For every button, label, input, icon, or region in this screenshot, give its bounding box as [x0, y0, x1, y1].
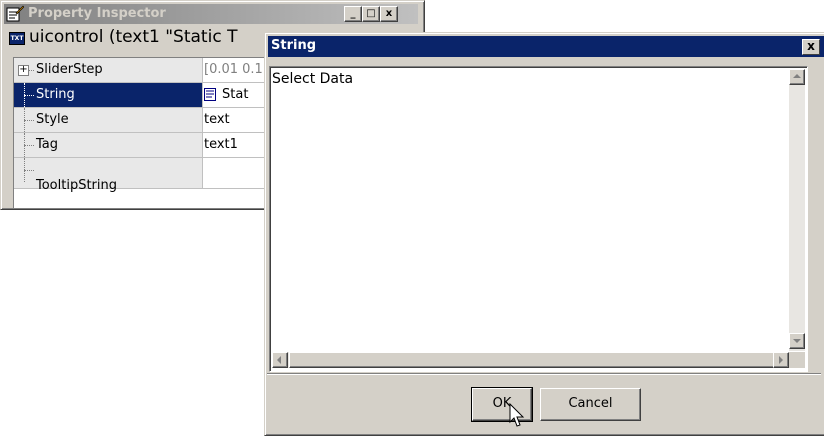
string-content[interactable]: Select Data: [272, 71, 353, 87]
property-name: SliderStep: [36, 62, 103, 77]
property-name: Style: [36, 112, 69, 127]
string-dialog-titlebar[interactable]: String x: [268, 36, 824, 57]
scroll-left-button[interactable]: [272, 352, 288, 368]
property-name-cell: Tag: [14, 133, 203, 157]
property-name-cell: Style: [14, 108, 203, 132]
property-value: [0.01 0.1: [204, 62, 263, 77]
edit-text-icon[interactable]: [204, 88, 216, 101]
arrow-up-icon: [793, 74, 801, 78]
mouse-pointer-icon: [509, 402, 527, 429]
button-bar-divider: [267, 373, 821, 375]
scrollbar-corner: [789, 352, 805, 368]
property-name-cell: + SliderStep: [14, 58, 203, 82]
scroll-right-button[interactable]: [773, 352, 789, 368]
object-label: uicontrol (text1 "Static T: [29, 27, 238, 47]
scroll-up-button[interactable]: [789, 69, 805, 85]
property-name: String: [36, 87, 75, 102]
cancel-button[interactable]: Cancel: [540, 388, 641, 421]
text-control-icon: TXT: [9, 32, 25, 45]
property-inspector-titlebar[interactable]: Property Inspector _ □ x: [4, 4, 418, 24]
string-dialog: String x Select Data OK Cancel: [264, 32, 824, 436]
maximize-button[interactable]: □: [362, 6, 380, 22]
arrow-left-icon: [277, 356, 281, 364]
property-inspector-title: Property Inspector: [28, 6, 166, 21]
property-value: text: [204, 112, 230, 127]
horizontal-scroll-thumb[interactable]: [289, 352, 776, 368]
property-value: Stat: [222, 87, 249, 102]
close-button[interactable]: x: [380, 6, 398, 22]
property-value: text1: [204, 137, 238, 152]
dialog-title: String: [271, 38, 317, 53]
minimize-button[interactable]: _: [344, 6, 362, 22]
arrow-down-icon: [793, 339, 801, 343]
property-inspector-icon: [6, 5, 25, 22]
scroll-down-button[interactable]: [789, 333, 805, 349]
vertical-scrollbar[interactable]: [789, 69, 805, 351]
horizontal-scrollbar[interactable]: [272, 352, 789, 368]
property-name: Tag: [36, 137, 59, 152]
dialog-close-button[interactable]: x: [802, 39, 820, 55]
property-name-cell: String: [14, 83, 203, 107]
property-name-cell: TooltipString: [14, 158, 203, 193]
property-name: TooltipString: [36, 178, 118, 193]
arrow-right-icon: [779, 356, 783, 364]
string-edit-area[interactable]: Select Data: [269, 66, 808, 372]
